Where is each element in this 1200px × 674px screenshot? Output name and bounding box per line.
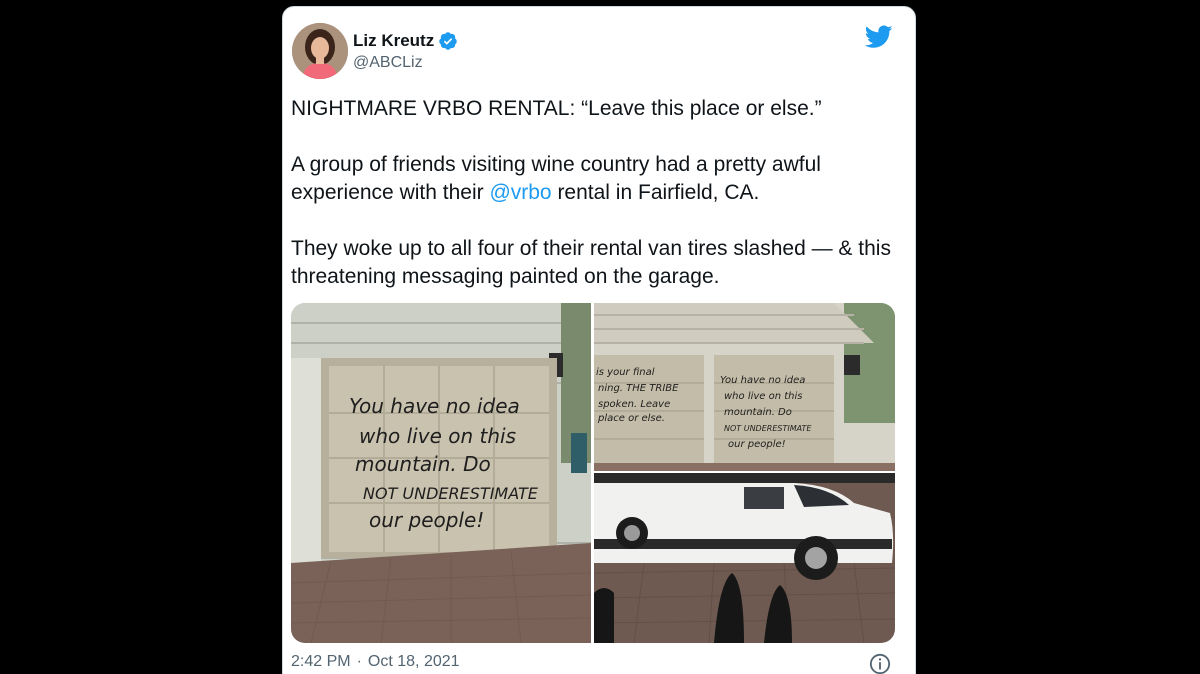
graffiti-left-3: spoken. Leave bbox=[598, 399, 670, 410]
graffiti-right-1: You have no idea bbox=[720, 375, 805, 386]
author-avatar[interactable] bbox=[292, 23, 348, 79]
author-handle[interactable]: @ABCLiz bbox=[353, 54, 423, 72]
media-grid: You have no idea who live on this mounta… bbox=[291, 303, 895, 643]
info-icon[interactable] bbox=[869, 653, 891, 674]
photo-garage-graffiti[interactable]: You have no idea who live on this mounta… bbox=[291, 303, 591, 643]
tweet-paragraph-3: They woke up to all four of their rental… bbox=[291, 237, 897, 288]
graffiti-line-4: NOT UNDERESTIMATE bbox=[363, 484, 539, 503]
verified-badge-icon bbox=[439, 32, 457, 50]
graffiti-right-4: NOT UNDERESTIMATE bbox=[724, 424, 812, 433]
graffiti-line-5: our people! bbox=[369, 508, 484, 532]
graffiti-line-3: mountain. Do bbox=[355, 452, 491, 476]
twitter-bird-icon[interactable] bbox=[865, 25, 893, 49]
author-name[interactable]: Liz Kreutz bbox=[353, 31, 434, 51]
tweet-time: 2:42 PM bbox=[291, 653, 351, 670]
tweet-body: NIGHTMARE VRBO RENTAL: “Leave this place… bbox=[291, 95, 909, 291]
photo-white-van[interactable] bbox=[594, 473, 895, 643]
graffiti-left-4: place or else. bbox=[597, 413, 665, 424]
photo-two-garage-doors[interactable]: is your final ning. THE TRIBE spoken. Le… bbox=[594, 303, 895, 471]
tweet-headline: NIGHTMARE VRBO RENTAL: “Leave this place… bbox=[291, 97, 822, 120]
graffiti-right-3: mountain. Do bbox=[724, 407, 792, 418]
graffiti-right-5: our people! bbox=[728, 439, 786, 450]
mention-link[interactable]: @vrbo bbox=[489, 181, 551, 204]
graffiti-right-2: who live on this bbox=[724, 391, 803, 402]
timestamp-separator: · bbox=[356, 653, 362, 670]
tweet-date: Oct 18, 2021 bbox=[367, 653, 460, 670]
graffiti-line-2: who live on this bbox=[359, 424, 516, 448]
graffiti-left-1: is your final bbox=[596, 367, 655, 378]
graffiti-line-1: You have no idea bbox=[349, 394, 520, 418]
tweet-card[interactable]: Liz Kreutz @ABCLiz NIGHTMARE VRBO RENTAL… bbox=[282, 6, 916, 674]
tweet-paragraph-2: A group of friends visiting wine country… bbox=[291, 153, 827, 204]
graffiti-left-2: ning. THE TRIBE bbox=[598, 383, 679, 394]
tweet-timestamp[interactable]: 2:42 PM · Oct 18, 2021 bbox=[291, 653, 460, 671]
